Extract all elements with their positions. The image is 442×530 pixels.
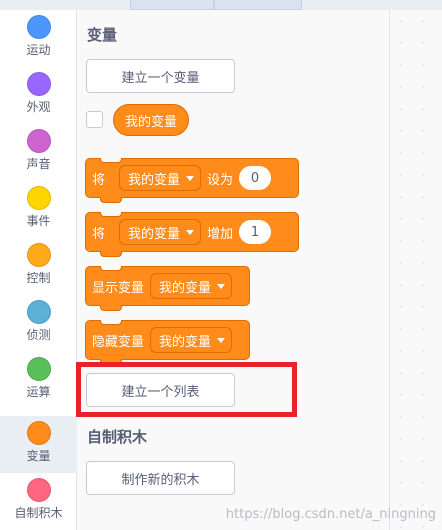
block-bump: [100, 251, 122, 257]
change-variable-block[interactable]: 将 我的变量 增加 1: [85, 212, 299, 257]
dropdown-label: 我的变量: [159, 334, 212, 350]
variable-dropdown[interactable]: 我的变量: [119, 219, 202, 245]
block-text: 将: [92, 226, 106, 242]
control-icon: [26, 243, 51, 267]
variable-dropdown[interactable]: 我的变量: [150, 273, 233, 299]
chevron-down-icon: [217, 337, 226, 343]
category-operators[interactable]: 运算: [0, 352, 77, 409]
tab-code[interactable]: [130, 0, 214, 10]
watermark: https://blog.csdn.net/a_ningning: [225, 507, 436, 522]
variables-icon: [26, 421, 51, 445]
events-icon: [26, 186, 51, 210]
category-events[interactable]: 事件: [0, 181, 77, 238]
category-label: 控制: [26, 271, 51, 285]
block-notch: [100, 212, 122, 217]
category-looks[interactable]: 外观: [0, 67, 77, 124]
category-label: 外观: [26, 100, 51, 114]
category-label: 事件: [26, 214, 51, 228]
operators-icon: [26, 357, 51, 381]
category-motion[interactable]: 运动: [0, 10, 77, 67]
variable-dropdown[interactable]: 我的变量: [150, 327, 233, 353]
my-blocks-section-title: 自制积木: [87, 428, 148, 446]
block-notch: [100, 320, 122, 325]
sound-icon: [26, 129, 51, 153]
variables-section-title: 变量: [87, 26, 118, 44]
category-label: 自制积木: [14, 506, 63, 520]
block-text: 隐藏变量: [92, 334, 145, 350]
category-menu: 运动 外观 声音 事件 控制 侦测 运算 变量 自制积木: [0, 10, 77, 530]
category-label: 侦测: [26, 328, 51, 342]
category-label: 变量: [26, 449, 51, 463]
block-bump: [100, 197, 122, 203]
show-variable-block[interactable]: 显示变量 我的变量: [85, 266, 250, 311]
hide-variable-block[interactable]: 隐藏变量 我的变量: [85, 320, 250, 365]
sensing-icon: [26, 300, 51, 324]
block-bump: [100, 305, 122, 311]
block-text: 将: [92, 172, 106, 188]
variable-checkbox[interactable]: [86, 111, 103, 128]
value-input[interactable]: 0: [239, 166, 272, 190]
tab-strip: [0, 0, 442, 10]
dropdown-label: 我的变量: [128, 226, 181, 242]
category-sound[interactable]: 声音: [0, 124, 77, 181]
highlight-box: [76, 362, 297, 417]
my-variable-reporter[interactable]: 我的变量: [113, 104, 190, 136]
block-notch: [100, 158, 122, 163]
my-blocks-icon: [26, 478, 51, 502]
category-my-blocks[interactable]: 自制积木: [0, 473, 77, 530]
block-text: 设为: [207, 172, 234, 188]
motion-icon: [26, 15, 51, 39]
tab-costumes[interactable]: [214, 0, 302, 10]
block-notch: [100, 266, 122, 271]
chevron-down-icon: [186, 175, 195, 181]
block-text: 显示变量: [92, 280, 145, 296]
category-control[interactable]: 控制: [0, 238, 77, 295]
chevron-down-icon: [186, 229, 195, 235]
variable-dropdown[interactable]: 我的变量: [119, 165, 202, 191]
value-input[interactable]: 1: [239, 220, 272, 244]
make-block-button[interactable]: 制作新的积木: [86, 461, 235, 495]
dropdown-label: 我的变量: [159, 280, 212, 296]
code-workspace[interactable]: [390, 10, 442, 530]
category-label: 运算: [26, 385, 51, 399]
block-text: 增加: [207, 226, 234, 242]
category-label: 运动: [26, 43, 51, 57]
dropdown-label: 我的变量: [128, 172, 181, 188]
make-variable-button[interactable]: 建立一个变量: [86, 59, 235, 93]
set-variable-block[interactable]: 将 我的变量 设为 0: [85, 158, 299, 203]
looks-icon: [26, 72, 51, 96]
category-label: 声音: [26, 157, 51, 171]
chevron-down-icon: [217, 283, 226, 289]
category-variables[interactable]: 变量: [0, 416, 77, 473]
category-sensing[interactable]: 侦测: [0, 295, 77, 352]
block-palette: 变量 建立一个变量 我的变量 将 我的变量 设为 0 将 我的变量 增加 1 显…: [77, 10, 390, 530]
